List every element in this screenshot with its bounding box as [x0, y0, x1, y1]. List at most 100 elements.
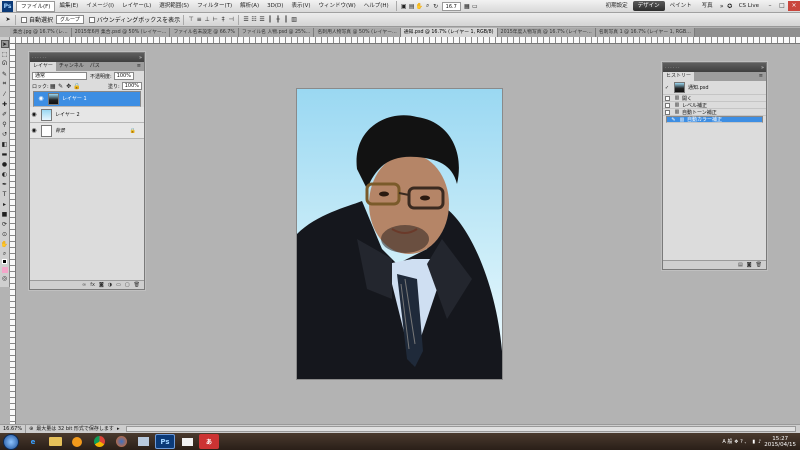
menu-select[interactable]: 選択範囲(S) — [155, 1, 193, 12]
panel-menu-icon[interactable]: ≡ — [756, 72, 766, 81]
doc-tab[interactable]: 2015年度人物写真 @ 16.7% (レイヤー… — [497, 28, 596, 37]
crop-tool-icon[interactable]: ⌗ — [1, 80, 9, 88]
ie-icon[interactable]: e — [23, 434, 43, 449]
blend-mode-dropdown[interactable]: 通常 — [32, 72, 87, 80]
lock-position-icon[interactable]: ✥ — [65, 82, 73, 90]
menu-file[interactable]: ファイル(F) — [16, 0, 56, 12]
gradient-icon[interactable]: ▬ — [1, 150, 9, 158]
history-item-selected[interactable]: ✎ ▥ 自動カラー補正 — [666, 116, 763, 123]
auto-select-dropdown[interactable]: グループ — [56, 15, 84, 24]
layer-name[interactable]: レイヤー 2 — [55, 111, 80, 118]
ruler-horizontal[interactable] — [10, 37, 800, 44]
history-brush-icon[interactable]: ↺ — [1, 130, 9, 138]
ime-indicator[interactable]: A 般 ❖ ? 、 — [722, 438, 749, 445]
status-info-icon[interactable]: ⊕ — [26, 425, 36, 433]
blur-tool-icon[interactable]: ● — [1, 160, 9, 168]
status-zoom[interactable]: 16.67% — [0, 425, 27, 433]
3d-rotate-icon[interactable]: ⟳ — [1, 220, 9, 228]
layer-row[interactable]: ◉ レイヤー 1 — [33, 91, 141, 107]
lock-pixels-icon[interactable]: ✎ — [57, 82, 65, 90]
shape-tool-icon[interactable]: ■ — [1, 210, 9, 218]
doc-tab[interactable]: ファイル名 人物.psd @ 25%… — [238, 28, 315, 37]
doc-tab[interactable]: 集合.jpg @ 16.7% (レ… — [10, 28, 72, 37]
history-source-checkbox[interactable] — [665, 109, 670, 115]
adjust-icon[interactable]: ◑ — [108, 282, 112, 288]
marquee-tool-icon[interactable]: ⬚ — [1, 50, 9, 58]
eyedropper-icon[interactable]: ⁄ — [1, 90, 9, 98]
workspace-default[interactable]: 初期設定 — [601, 1, 633, 11]
clock[interactable]: 15:27 2015/04/15 — [764, 436, 796, 448]
lock-all-icon[interactable]: 🔒 — [73, 82, 81, 90]
ime-icon[interactable]: あ — [199, 434, 219, 449]
align-middle-icon[interactable]: ≡ — [195, 16, 203, 24]
zoom-level-field[interactable]: 16.7 — [441, 1, 461, 11]
eraser-icon[interactable]: ◧ — [1, 140, 9, 148]
layer-row[interactable]: ◉ 背景 🔒 — [30, 123, 144, 139]
document-canvas[interactable] — [297, 89, 502, 379]
minimize-button[interactable]: – — [764, 1, 776, 11]
workspace-paint[interactable]: ペイント — [665, 1, 697, 11]
network-icon[interactable]: ▮ — [752, 439, 755, 445]
tab-history[interactable]: ヒストリー — [663, 72, 695, 81]
history-brush-source-icon[interactable]: ✎ — [670, 116, 677, 124]
horizontal-scrollbar[interactable] — [126, 426, 796, 432]
new-layer-icon[interactable]: ▢ — [125, 282, 130, 288]
move-tool-icon[interactable]: ➤ — [0, 40, 9, 48]
snapshot-icon[interactable]: ◙ — [747, 262, 752, 268]
align-bottom-icon[interactable]: ⊥ — [203, 16, 211, 24]
hand-tool-icon[interactable]: ✋ — [1, 240, 9, 248]
snapshot-check[interactable]: ✓ — [663, 85, 671, 91]
history-source-checkbox[interactable] — [665, 95, 670, 101]
distribute-center-icon[interactable]: ╫ — [274, 16, 282, 24]
history-snapshot[interactable]: ✓ 通知.psd — [663, 81, 766, 95]
healing-brush-icon[interactable]: ✚ — [1, 100, 9, 108]
eye-icon[interactable]: ◉ — [30, 127, 38, 134]
layer-name[interactable]: レイヤー 1 — [62, 95, 87, 103]
layer-name[interactable]: 背景 — [55, 127, 65, 134]
menu-edit[interactable]: 編集(E) — [55, 1, 82, 12]
distribute-bottom-icon[interactable]: ☰ — [258, 16, 266, 24]
ruler-vertical[interactable] — [10, 44, 16, 424]
arrange-docs-icon[interactable]: ▦ — [463, 2, 471, 10]
mail-icon[interactable] — [177, 434, 197, 449]
distribute-middle-icon[interactable]: ☷ — [250, 16, 258, 24]
hand-icon[interactable]: ✋ — [416, 2, 424, 10]
history-item[interactable]: ▥ 開く — [663, 95, 766, 102]
panel-collapse-icon[interactable]: » — [139, 55, 142, 61]
distribute-top-icon[interactable]: ☰ — [242, 16, 250, 24]
menu-image[interactable]: イメージ(I) — [82, 1, 118, 12]
quick-mask-icon[interactable]: ◎ — [1, 274, 9, 282]
maximize-button[interactable]: □ — [776, 1, 788, 11]
screen-mode-icon[interactable]: ▭ — [471, 2, 479, 10]
background-color-swatch[interactable] — [1, 267, 8, 273]
menu-layer[interactable]: レイヤー(L) — [118, 1, 155, 12]
auto-align-icon[interactable]: ▥ — [290, 16, 298, 24]
distribute-right-icon[interactable]: ║ — [282, 16, 290, 24]
doc-tab-active[interactable]: 通知.psd @ 16.7% (レイヤー 1, RGB/8) — [400, 28, 498, 37]
folder-icon[interactable] — [45, 434, 65, 449]
fill-field[interactable]: 100% — [121, 82, 142, 90]
menu-view[interactable]: 表示(V) — [287, 1, 314, 12]
auto-select-checkbox[interactable] — [21, 16, 27, 23]
align-left-icon[interactable]: ⊢ — [211, 16, 219, 24]
distribute-left-icon[interactable]: ║ — [266, 16, 274, 24]
rotate-view-icon[interactable]: ↻ — [432, 2, 440, 10]
workspace-photo[interactable]: 写真 — [697, 1, 718, 11]
firefox-icon[interactable] — [111, 434, 131, 449]
align-right-icon[interactable]: ⊣ — [227, 16, 235, 24]
history-source-checkbox[interactable] — [665, 102, 670, 108]
panel-menu-icon[interactable]: ≡ — [134, 62, 144, 71]
foreground-color-swatch[interactable] — [2, 259, 7, 264]
doc-tab[interactable]: 名刺用人物写真 @ 50% (レイヤー… — [314, 28, 401, 37]
quick-select-icon[interactable]: ✎ — [1, 70, 9, 78]
cs-live-button[interactable]: CS Live — [734, 1, 764, 11]
eye-icon[interactable]: ◉ — [37, 95, 45, 103]
align-top-icon[interactable]: ⊤ — [187, 16, 195, 24]
link-icon[interactable]: ∞ — [82, 282, 86, 288]
explorer-icon[interactable] — [133, 434, 153, 449]
path-select-icon[interactable]: ▸ — [1, 200, 9, 208]
type-tool-icon[interactable]: T — [1, 190, 9, 198]
align-center-icon[interactable]: ‡ — [219, 16, 227, 24]
group-icon[interactable]: ▭ — [116, 282, 121, 288]
workspace-more-icon[interactable]: » — [718, 2, 726, 10]
